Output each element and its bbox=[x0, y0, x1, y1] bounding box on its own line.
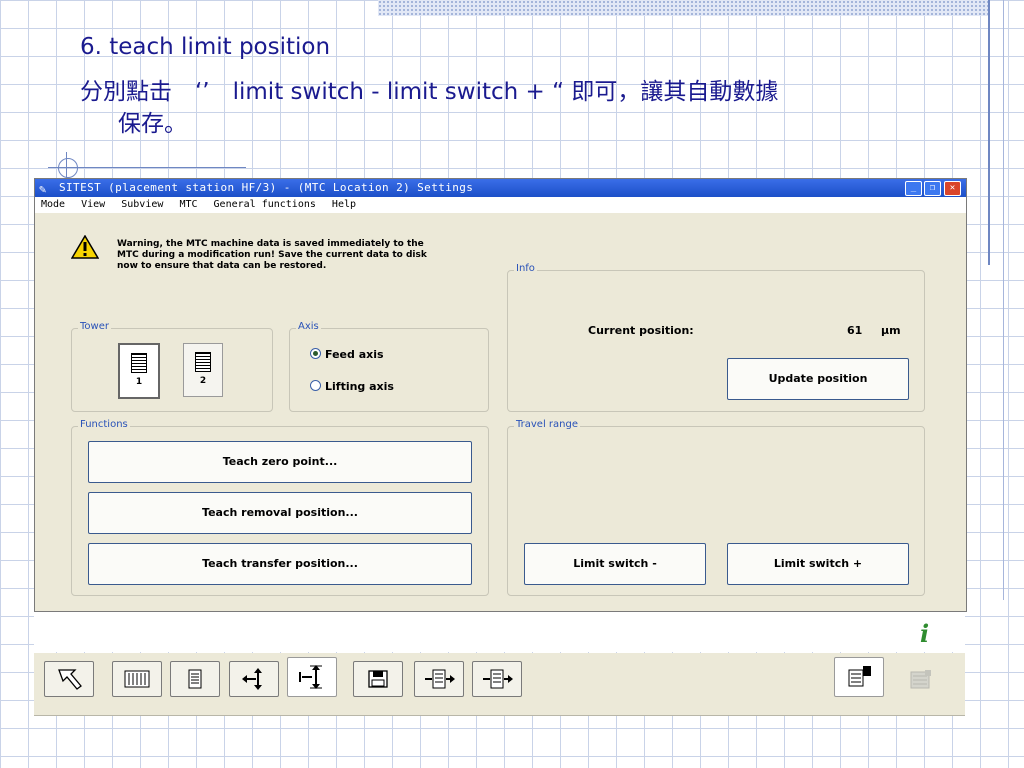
tower-group-label: Tower bbox=[78, 321, 111, 332]
slide-body-line-1: 分別點击 ‘’ limit switch - limit switch + “ … bbox=[80, 79, 779, 105]
slide-body-line-2: 保存。 bbox=[118, 111, 187, 137]
tower-single-icon[interactable] bbox=[170, 661, 220, 697]
tower-1-label: 1 bbox=[135, 377, 143, 387]
slide-rule-thin bbox=[1003, 0, 1004, 600]
functions-group: Functions Teach zero point... Teach remo… bbox=[71, 419, 489, 596]
back-arrow-icon[interactable] bbox=[44, 661, 94, 697]
teach-zero-point-button[interactable]: Teach zero point... bbox=[88, 441, 472, 483]
warning-text: Warning, the MTC machine data is saved i… bbox=[117, 239, 427, 271]
menu-mode[interactable]: Mode bbox=[41, 197, 65, 213]
menu-view[interactable]: View bbox=[81, 197, 105, 213]
menu-bar: Mode View Subview MTC General functions … bbox=[35, 197, 966, 213]
decorative-circle bbox=[58, 158, 78, 178]
update-position-button[interactable]: Update position bbox=[727, 358, 909, 400]
menu-general-functions[interactable]: General functions bbox=[214, 197, 316, 213]
tower-2-button[interactable]: 2 bbox=[183, 343, 223, 397]
slide-body: 分別點击 ‘’ limit switch - limit switch + “ … bbox=[80, 76, 920, 140]
tower-icon bbox=[195, 352, 211, 372]
travel-range-group-label: Travel range bbox=[514, 419, 580, 430]
axis-group-label: Axis bbox=[296, 321, 321, 332]
info-icon[interactable]: i bbox=[920, 619, 929, 648]
teach-transfer-position-button[interactable]: Teach transfer position... bbox=[88, 543, 472, 585]
radio-checked-icon bbox=[310, 348, 321, 359]
axis-limit-icon[interactable] bbox=[287, 657, 337, 697]
limit-switch-plus-button[interactable]: Limit switch + bbox=[727, 543, 909, 585]
tower-all-icon[interactable] bbox=[112, 661, 162, 697]
functions-group-label: Functions bbox=[78, 419, 130, 430]
radio-unchecked-icon bbox=[310, 380, 321, 391]
minimize-button[interactable]: _ bbox=[905, 181, 922, 196]
header-band bbox=[378, 0, 990, 16]
bottom-toolbar bbox=[34, 653, 965, 716]
limit-switch-minus-button[interactable]: Limit switch - bbox=[524, 543, 706, 585]
feed-axis-label: Feed axis bbox=[325, 348, 384, 361]
lifting-axis-radio[interactable]: Lifting axis bbox=[310, 380, 394, 393]
menu-mtc[interactable]: MTC bbox=[179, 197, 197, 213]
settings-window: ✎ SITEST (placement station HF/3) - (MTC… bbox=[34, 178, 967, 612]
info-group: Info Current position: 61 µm Update posi… bbox=[507, 263, 925, 412]
slide-title: 6. teach limit position bbox=[80, 34, 331, 60]
tower-1-button[interactable]: 1 bbox=[118, 343, 160, 399]
tower-1-icon[interactable] bbox=[414, 661, 464, 697]
save-disk-icon[interactable] bbox=[353, 661, 403, 697]
slide-rule bbox=[988, 0, 990, 265]
warning-icon bbox=[71, 235, 99, 259]
window-titlebar[interactable]: ✎ SITEST (placement station HF/3) - (MTC… bbox=[35, 179, 966, 197]
tower-swap-icon[interactable] bbox=[834, 657, 884, 697]
restore-button[interactable]: ❐ bbox=[924, 181, 941, 196]
tower-icon bbox=[131, 353, 147, 373]
tower-2-icon[interactable] bbox=[472, 661, 522, 697]
tower-disabled-icon bbox=[896, 661, 946, 697]
menu-help[interactable]: Help bbox=[332, 197, 356, 213]
tower-2-label: 2 bbox=[199, 376, 207, 386]
axis-group: Axis Feed axis Lifting axis bbox=[289, 321, 489, 412]
travel-range-group: Travel range Limit switch - Limit switch… bbox=[507, 419, 925, 596]
close-button[interactable]: ✕ bbox=[944, 181, 961, 196]
info-group-label: Info bbox=[514, 263, 537, 274]
feed-axis-radio[interactable]: Feed axis bbox=[310, 348, 384, 361]
lifting-axis-label: Lifting axis bbox=[325, 380, 394, 393]
current-position-unit: µm bbox=[881, 324, 901, 337]
current-position-label: Current position: bbox=[588, 324, 694, 337]
app-icon: ✎ bbox=[39, 182, 47, 196]
menu-subview[interactable]: Subview bbox=[121, 197, 163, 213]
axis-move-icon[interactable] bbox=[229, 661, 279, 697]
tower-group: Tower 1 2 bbox=[71, 321, 273, 412]
window-title: SITEST (placement station HF/3) - (MTC L… bbox=[59, 181, 474, 194]
teach-removal-position-button[interactable]: Teach removal position... bbox=[88, 492, 472, 534]
status-strip bbox=[34, 612, 965, 652]
current-position-value: 61 bbox=[847, 324, 863, 337]
